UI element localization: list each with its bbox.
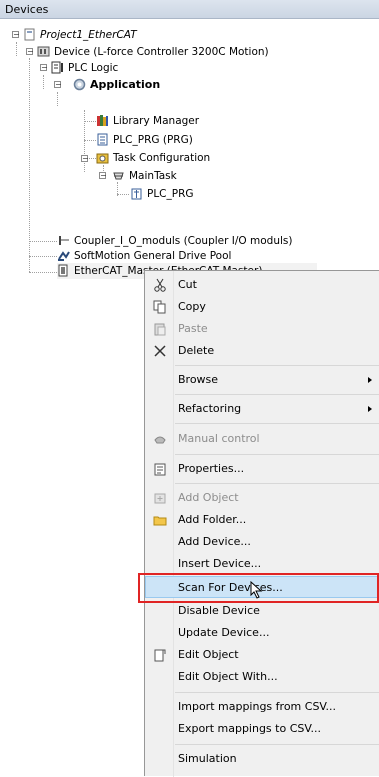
controller-icon	[37, 45, 50, 58]
coupler-icon	[57, 234, 70, 247]
tree-item-task-configuration[interactable]: Task Configuration	[96, 150, 210, 166]
menu-item-add-object[interactable]: Add Object	[145, 487, 379, 509]
menu-item-manual-control[interactable]: Manual control	[145, 428, 379, 450]
devices-panel-header: Devices	[0, 0, 379, 19]
menu-item-update-device[interactable]: Update Device...	[145, 622, 379, 644]
task-icon	[112, 169, 125, 182]
menu-item-export-mappings[interactable]: Export mappings to CSV...	[145, 718, 379, 740]
tree-item-plc-logic[interactable]: PLC Logic	[51, 60, 118, 76]
properties-icon	[153, 462, 167, 476]
collapse-plc-logic-icon[interactable]: −	[40, 64, 48, 72]
drive-pool-icon	[57, 249, 70, 262]
tree-item-project[interactable]: Project1_EtherCAT	[23, 27, 137, 43]
submenu-arrow-icon	[368, 377, 372, 383]
program-call-icon	[130, 187, 143, 200]
collapse-device-icon[interactable]: −	[26, 48, 34, 56]
ethercat-master-icon	[57, 264, 70, 277]
menu-item-cut[interactable]: Cut	[145, 274, 379, 296]
plc-logic-icon	[51, 61, 64, 74]
menu-item-add-device[interactable]: Add Device...	[145, 531, 379, 553]
collapse-task-config-icon[interactable]: −	[81, 155, 89, 163]
annotation-highlight-box	[138, 573, 379, 603]
menu-item-simulation[interactable]: Simulation	[145, 748, 379, 770]
menu-item-insert-device[interactable]: Insert Device...	[145, 553, 379, 575]
edit-object-icon	[153, 648, 167, 662]
manual-control-icon	[153, 432, 167, 446]
menu-item-browse[interactable]: Browse	[145, 369, 379, 391]
task-configuration-icon	[96, 151, 109, 164]
tree-item-library-manager[interactable]: Library Manager	[96, 113, 199, 129]
menu-item-add-folder[interactable]: Add Folder...	[145, 509, 379, 531]
application-gear-icon	[73, 78, 86, 91]
collapse-maintask-icon[interactable]: −	[99, 172, 107, 180]
copy-icon	[153, 300, 167, 314]
submenu-arrow-icon	[368, 406, 372, 412]
menu-item-copy[interactable]: Copy	[145, 296, 379, 318]
tree-item-maintask[interactable]: MainTask	[112, 168, 177, 184]
tree-item-plc-prg[interactable]: PLC_PRG (PRG)	[96, 132, 193, 148]
menu-item-edit-object[interactable]: Edit Object	[145, 644, 379, 666]
menu-item-paste[interactable]: Paste	[145, 318, 379, 340]
panel-title: Devices	[5, 3, 49, 16]
paste-icon	[153, 322, 167, 336]
program-icon	[96, 133, 109, 146]
delete-icon	[153, 344, 167, 358]
cut-icon	[153, 278, 167, 292]
menu-item-edit-object-with[interactable]: Edit Object With...	[145, 666, 379, 688]
menu-item-delete[interactable]: Delete	[145, 340, 379, 362]
collapse-project-icon[interactable]: −	[12, 31, 20, 39]
project-icon	[23, 28, 36, 41]
context-menu: Cut Copy Paste Delete Browse Refactoring…	[144, 270, 379, 777]
tree-item-softmotion[interactable]: SoftMotion General Drive Pool	[57, 248, 231, 264]
tree-item-device[interactable]: Device (L-force Controller 3200C Motion)	[37, 44, 269, 60]
folder-icon	[153, 513, 167, 527]
collapse-application-icon[interactable]: −	[54, 81, 62, 89]
tree-item-application[interactable]: Application	[73, 77, 160, 93]
menu-item-properties[interactable]: Properties...	[145, 458, 379, 480]
tree-item-coupler[interactable]: Coupler_I_O_moduls (Coupler I/O moduls)	[57, 233, 292, 249]
menu-item-disable-device[interactable]: Disable Device	[145, 600, 379, 622]
tree-item-maintask-plc-prg[interactable]: PLC_PRG	[130, 186, 194, 202]
menu-item-import-mappings[interactable]: Import mappings from CSV...	[145, 696, 379, 718]
add-object-icon	[153, 491, 167, 505]
menu-item-refactoring[interactable]: Refactoring	[145, 398, 379, 420]
library-icon	[96, 114, 109, 127]
